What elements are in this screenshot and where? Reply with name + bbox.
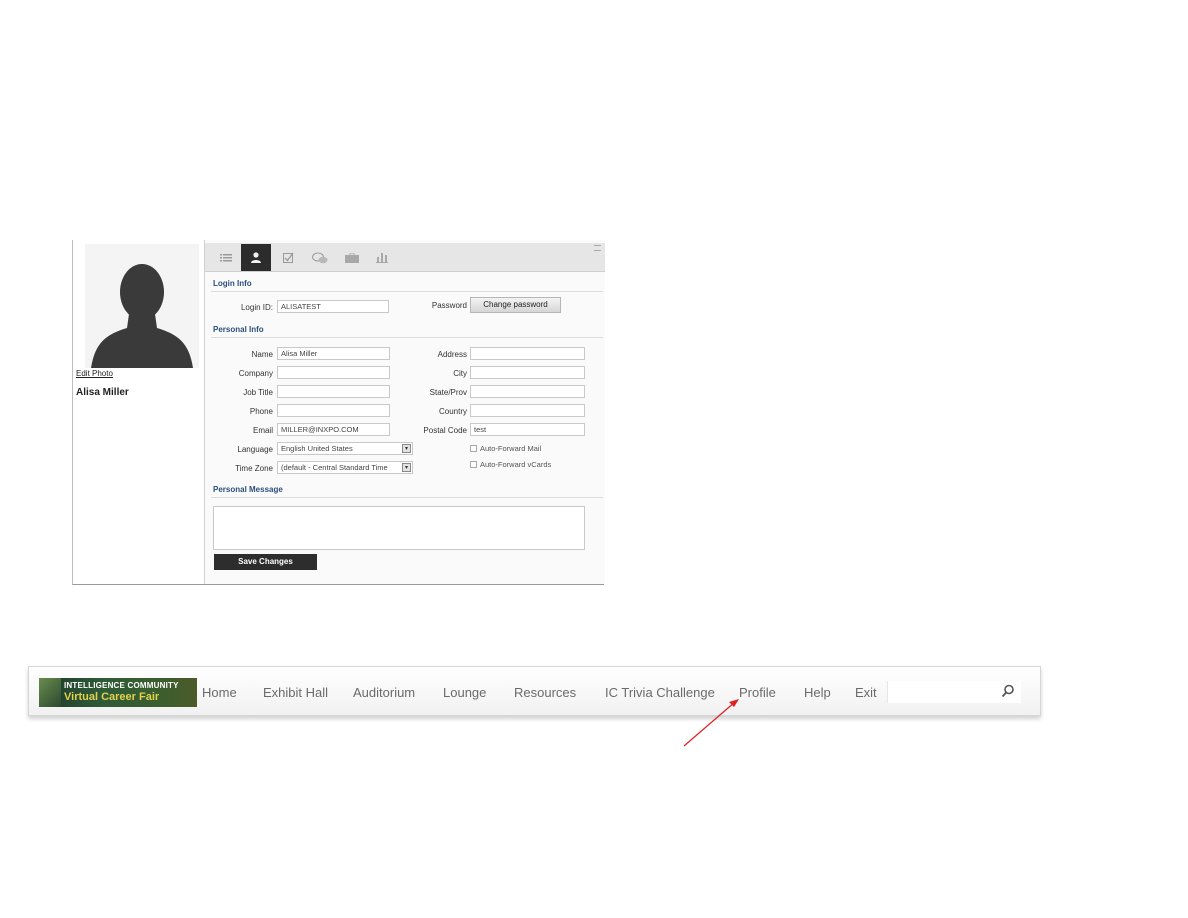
chevron-down-icon[interactable]: ▾ bbox=[402, 444, 411, 453]
nav-item-home[interactable]: Home bbox=[202, 685, 237, 700]
nav-item-ic-trivia-challenge[interactable]: IC Trivia Challenge bbox=[605, 685, 715, 700]
login-info-title: Login Info bbox=[213, 279, 252, 288]
email-label: Email bbox=[252, 426, 273, 435]
city-field[interactable] bbox=[470, 366, 585, 379]
name-label: Name bbox=[251, 350, 273, 359]
job-title-label: Job Title bbox=[243, 388, 273, 397]
phone-label: Phone bbox=[249, 407, 273, 416]
nav-item-resources[interactable]: Resources bbox=[514, 685, 576, 700]
time-zone-value: (default - Central Standard Time bbox=[281, 463, 388, 472]
language-label: Language bbox=[237, 445, 273, 454]
login-id-label: Login ID: bbox=[240, 303, 273, 312]
tab-stats[interactable] bbox=[367, 244, 397, 271]
postal-code-label: Postal Code bbox=[423, 426, 467, 435]
tab-profile[interactable] bbox=[241, 244, 271, 271]
tab-briefcase[interactable] bbox=[337, 244, 367, 271]
login-id-field[interactable]: ALISATEST bbox=[277, 300, 389, 313]
checkbox-icon bbox=[282, 252, 294, 263]
profile-panel: Edit Photo Alisa Miller Login Info Login… bbox=[72, 240, 605, 585]
bar-chart-icon bbox=[376, 253, 388, 263]
profile-sidebar: Edit Photo Alisa Miller bbox=[73, 240, 203, 584]
address-field[interactable] bbox=[470, 347, 585, 360]
briefcase-icon bbox=[345, 252, 359, 263]
phone-field[interactable] bbox=[277, 404, 390, 417]
tab-chat[interactable] bbox=[305, 244, 335, 271]
logo-subtitle: Virtual Career Fair bbox=[64, 691, 160, 703]
personal-message-title: Personal Message bbox=[213, 485, 283, 494]
nav-item-profile[interactable]: Profile bbox=[739, 685, 776, 700]
user-icon bbox=[251, 252, 261, 263]
city-label: City bbox=[453, 369, 467, 378]
auto-forward-mail-label: Auto-Forward Mail bbox=[480, 444, 542, 453]
time-zone-label: Time Zone bbox=[235, 464, 273, 473]
auto-forward-vcards-checkbox[interactable] bbox=[470, 461, 477, 468]
personal-message-textarea[interactable] bbox=[213, 506, 585, 550]
logo-title: INTELLIGENCE COMMUNITY bbox=[64, 681, 179, 690]
country-label: Country bbox=[438, 407, 467, 416]
state-label: State/Prov bbox=[429, 388, 467, 397]
company-field[interactable] bbox=[277, 366, 390, 379]
nav-item-auditorium[interactable]: Auditorium bbox=[353, 685, 415, 700]
language-select[interactable]: English United States ▾ bbox=[277, 442, 413, 455]
chat-icon bbox=[312, 252, 328, 263]
collapse-icon[interactable] bbox=[594, 245, 601, 251]
address-label: Address bbox=[437, 350, 467, 359]
logo-emblem bbox=[39, 678, 61, 707]
save-changes-button[interactable]: Save Changes bbox=[214, 554, 317, 570]
country-field[interactable] bbox=[470, 404, 585, 417]
password-label: Password bbox=[431, 301, 467, 310]
change-password-button[interactable]: Change password bbox=[470, 297, 561, 313]
list-icon bbox=[220, 253, 232, 261]
language-value: English United States bbox=[281, 444, 353, 453]
profile-photo bbox=[85, 244, 199, 368]
divider bbox=[211, 291, 603, 292]
nav-item-help[interactable]: Help bbox=[804, 685, 831, 700]
email-field[interactable]: MILLER@INXPO.COM bbox=[277, 423, 390, 436]
job-title-field[interactable] bbox=[277, 385, 390, 398]
time-zone-select[interactable]: (default - Central Standard Time ▾ bbox=[277, 461, 413, 474]
state-field[interactable] bbox=[470, 385, 585, 398]
main-navbar: INTELLIGENCE COMMUNITY Virtual Career Fa… bbox=[28, 666, 1041, 716]
profile-tabbar bbox=[205, 243, 605, 272]
personal-info-title: Personal Info bbox=[213, 325, 264, 334]
edit-photo-link[interactable]: Edit Photo bbox=[76, 369, 113, 378]
user-name: Alisa Miller bbox=[76, 387, 129, 398]
nav-item-exhibit-hall[interactable]: Exhibit Hall bbox=[263, 685, 328, 700]
company-label: Company bbox=[238, 369, 273, 378]
name-field[interactable]: Alisa Miller bbox=[277, 347, 390, 360]
nav-item-exit[interactable]: Exit bbox=[855, 685, 877, 700]
divider bbox=[211, 337, 603, 338]
auto-forward-mail-checkbox[interactable] bbox=[470, 445, 477, 452]
tab-list[interactable] bbox=[211, 244, 241, 271]
tab-tasks[interactable] bbox=[273, 244, 303, 271]
auto-forward-vcards-label: Auto-Forward vCards bbox=[480, 460, 552, 469]
chevron-down-icon[interactable]: ▾ bbox=[402, 463, 411, 472]
postal-code-field[interactable]: test bbox=[470, 423, 585, 436]
site-logo[interactable]: INTELLIGENCE COMMUNITY Virtual Career Fa… bbox=[39, 678, 197, 707]
nav-item-lounge[interactable]: Lounge bbox=[443, 685, 486, 700]
search-icon[interactable] bbox=[1001, 684, 1015, 698]
avatar-silhouette-icon bbox=[85, 244, 199, 368]
divider bbox=[211, 497, 603, 498]
profile-form: Login Info Login ID: ALISATEST Password … bbox=[204, 240, 605, 584]
